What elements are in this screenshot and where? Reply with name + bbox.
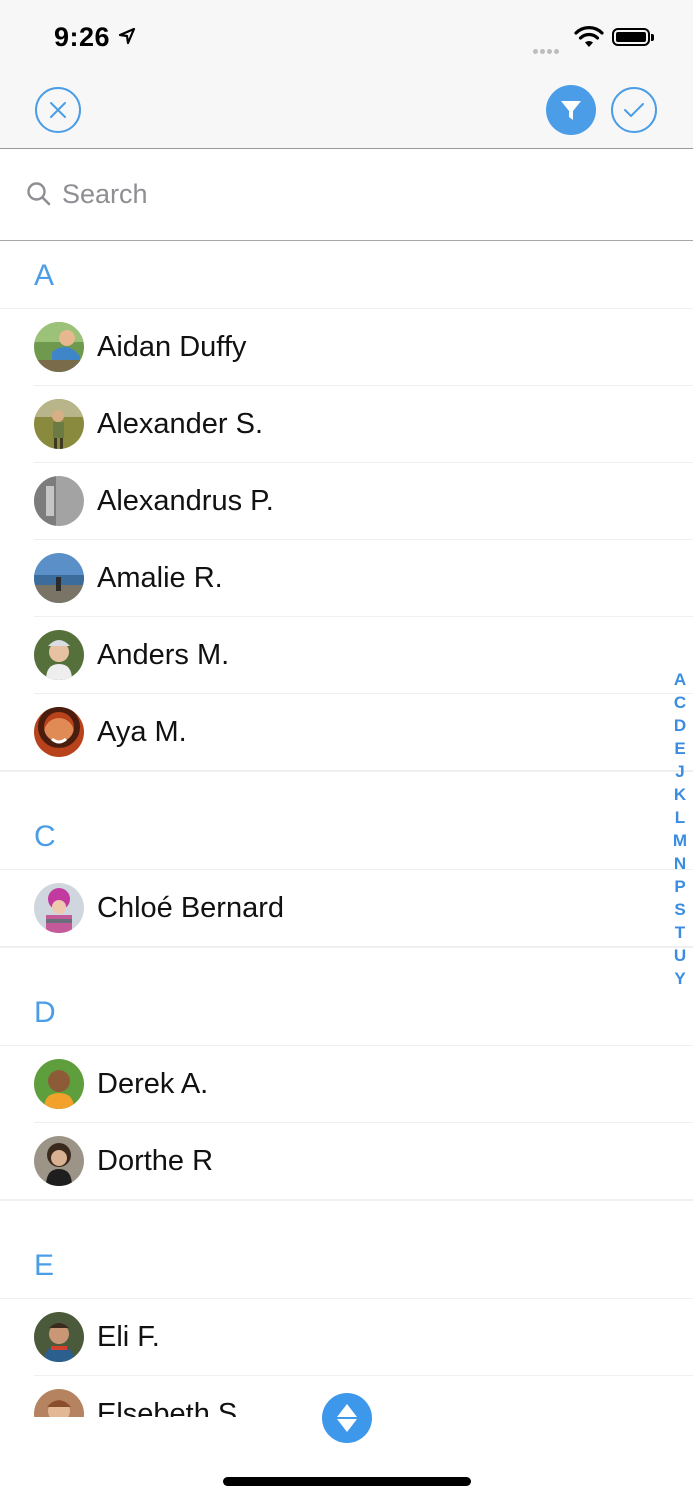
- wifi-icon: [574, 26, 604, 47]
- contact-name: Aidan Duffy: [97, 331, 247, 363]
- index-letter[interactable]: S: [668, 898, 692, 921]
- section-header-a: A: [0, 241, 693, 309]
- section-letter: C: [34, 820, 56, 853]
- contact-row-aya-m[interactable]: Aya M.: [0, 694, 693, 771]
- contact-name: Anders M.: [97, 639, 230, 671]
- checkmark-icon: [624, 103, 644, 117]
- alphabet-index[interactable]: A C D E J K L M N P S T U Y: [668, 668, 692, 990]
- section-header-e: E: [0, 1231, 693, 1299]
- up-down-arrows-icon: [337, 1404, 357, 1432]
- contact-row-aidan-duffy[interactable]: Aidan Duffy: [0, 309, 693, 386]
- close-button[interactable]: [35, 87, 81, 133]
- scroll-toggle-button[interactable]: [322, 1393, 372, 1443]
- avatar: [34, 399, 84, 449]
- index-letter[interactable]: U: [668, 944, 692, 967]
- index-letter[interactable]: T: [668, 921, 692, 944]
- contact-list: A Aidan Duffy Alexander S. Alexandrus P.…: [0, 241, 693, 1417]
- index-letter[interactable]: M: [668, 829, 692, 852]
- contact-row-amalie-r[interactable]: Amalie R.: [0, 540, 693, 617]
- avatar: [34, 1312, 84, 1362]
- avatar: [34, 1059, 84, 1109]
- contact-name: Aya M.: [97, 716, 187, 748]
- index-letter[interactable]: C: [668, 691, 692, 714]
- avatar: [34, 707, 84, 757]
- contact-name: Amalie R.: [97, 562, 223, 594]
- contact-name: Alexandrus P.: [97, 485, 274, 517]
- index-letter[interactable]: A: [668, 668, 692, 691]
- avatar: [34, 883, 84, 933]
- search-icon: [27, 182, 51, 206]
- contact-row-dorthe-r[interactable]: Dorthe R: [0, 1123, 693, 1200]
- contact-name: Derek A.: [97, 1068, 209, 1100]
- index-letter[interactable]: N: [668, 852, 692, 875]
- status-time: 9:26: [54, 22, 111, 52]
- contact-name: Chloé Bernard: [97, 892, 284, 924]
- section-header-d: D: [0, 978, 693, 1046]
- section-letter: E: [34, 1249, 55, 1282]
- index-letter[interactable]: P: [668, 875, 692, 898]
- index-letter[interactable]: D: [668, 714, 692, 737]
- avatar: [34, 553, 84, 603]
- contact-row-alexandrus-p[interactable]: Alexandrus P.: [0, 463, 693, 540]
- search-bar: [0, 149, 693, 241]
- contact-row-alexander-s[interactable]: Alexander S.: [0, 386, 693, 463]
- search-input[interactable]: [62, 175, 622, 213]
- filter-icon: [561, 101, 581, 120]
- contact-row-derek-a[interactable]: Derek A.: [0, 1046, 693, 1123]
- contact-row-anders-m[interactable]: Anders M.: [0, 617, 693, 694]
- section-letter: D: [34, 996, 56, 1029]
- close-icon: [50, 102, 66, 118]
- index-letter[interactable]: Y: [668, 967, 692, 990]
- contact-name: Elsebeth S.: [97, 1398, 246, 1417]
- index-letter[interactable]: K: [668, 783, 692, 806]
- location-arrow-icon: [118, 27, 136, 45]
- contact-row-eli-f[interactable]: Eli F.: [0, 1299, 693, 1376]
- contact-row-chloe-bernard[interactable]: Chloé Bernard: [0, 870, 693, 947]
- avatar: [34, 1389, 84, 1417]
- section-header-c: C: [0, 802, 693, 870]
- home-indicator[interactable]: [223, 1477, 471, 1486]
- done-button[interactable]: [611, 87, 657, 133]
- index-letter[interactable]: L: [668, 806, 692, 829]
- index-letter[interactable]: E: [668, 737, 692, 760]
- contact-name: Dorthe R: [97, 1145, 214, 1177]
- toolbar: [0, 76, 693, 149]
- cellular-signal-icon: [533, 41, 561, 59]
- battery-icon: [612, 28, 654, 46]
- avatar: [34, 322, 84, 372]
- contact-name: Eli F.: [97, 1321, 160, 1353]
- avatar: [34, 1136, 84, 1186]
- avatar: [34, 630, 84, 680]
- contact-name: Alexander S.: [97, 408, 264, 440]
- filter-button[interactable]: [546, 85, 596, 135]
- avatar: [34, 476, 84, 526]
- section-letter: A: [34, 259, 55, 292]
- status-bar: 9:26: [0, 0, 693, 76]
- index-letter[interactable]: J: [668, 760, 692, 783]
